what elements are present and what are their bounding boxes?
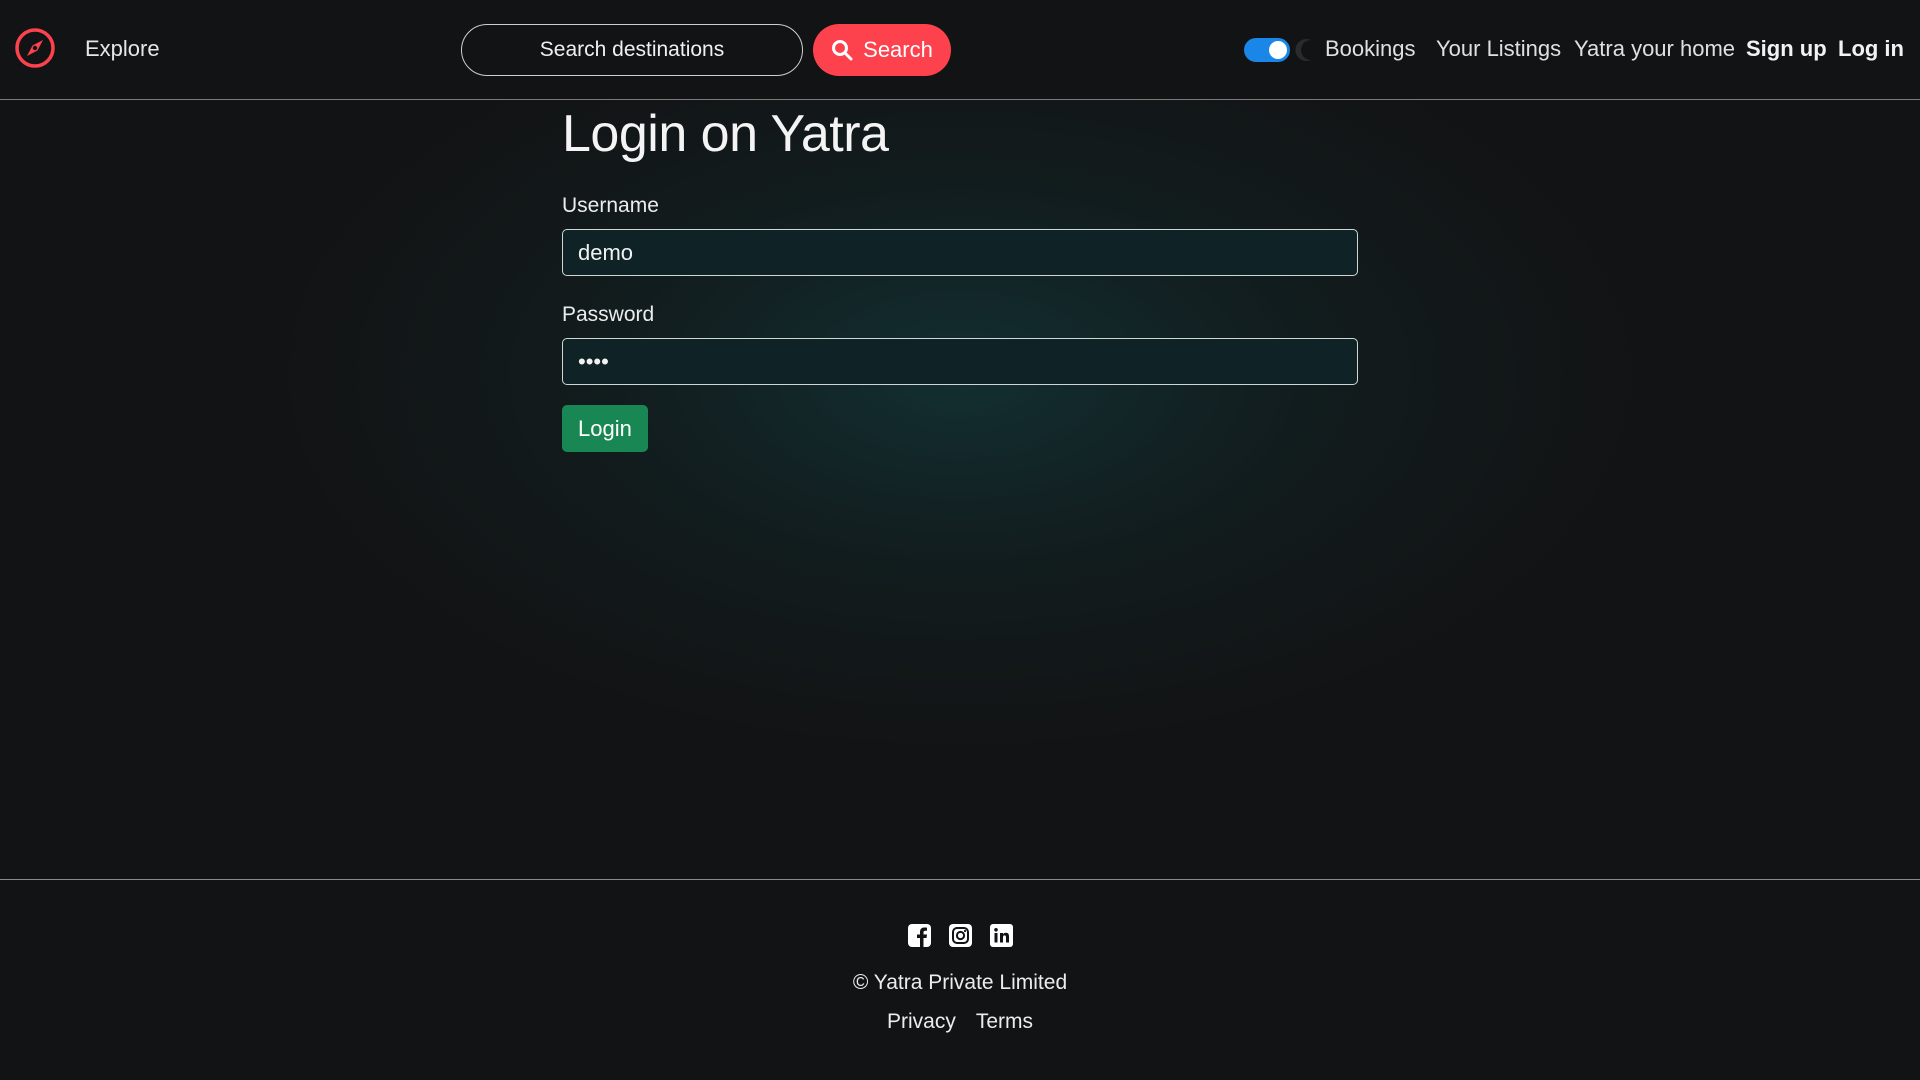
nav-yatra-your-home-link[interactable]: Yatra your home [1574, 36, 1735, 62]
login-form-container: Login on Yatra Username Password Login [562, 100, 1358, 452]
copyright-text: © Yatra Private Limited [852, 971, 1068, 994]
search-button[interactable]: Search [813, 24, 951, 76]
password-field[interactable] [562, 338, 1358, 385]
search-input[interactable] [461, 24, 803, 76]
facebook-icon[interactable] [907, 924, 931, 947]
login-form: Username Password Login [562, 194, 1358, 452]
password-label: Password [562, 303, 655, 326]
search-button-label: Search [863, 37, 933, 62]
search-icon [832, 40, 853, 61]
toggle-knob [1269, 41, 1287, 59]
username-label: Username [562, 194, 659, 217]
nav-your-listings-link[interactable]: Your Listings [1436, 36, 1561, 62]
nav-sign-up-link[interactable]: Sign up [1746, 36, 1827, 62]
nav-explore-link[interactable]: Explore [85, 36, 160, 62]
terms-link[interactable]: Terms [976, 1010, 1033, 1034]
social-links [0, 924, 1920, 947]
username-field[interactable] [562, 229, 1358, 276]
compass-icon[interactable] [14, 27, 56, 69]
theme-toggle[interactable] [1244, 38, 1290, 62]
privacy-link[interactable]: Privacy [887, 1010, 956, 1034]
footer-links: Privacy Terms [0, 1010, 1920, 1034]
nav-bookings-link[interactable]: Bookings [1325, 36, 1416, 62]
page-title: Login on Yatra [562, 105, 889, 163]
nav-log-in-link[interactable]: Log in [1838, 36, 1904, 62]
navbar: Explore Search Bookings Your Listings Ya… [0, 0, 1920, 100]
footer: © Yatra Private Limited Privacy Terms [0, 879, 1920, 1080]
instagram-icon[interactable] [948, 924, 972, 947]
login-button[interactable]: Login [562, 405, 648, 452]
linkedin-icon[interactable] [989, 924, 1013, 947]
moon-icon [1294, 37, 1320, 63]
